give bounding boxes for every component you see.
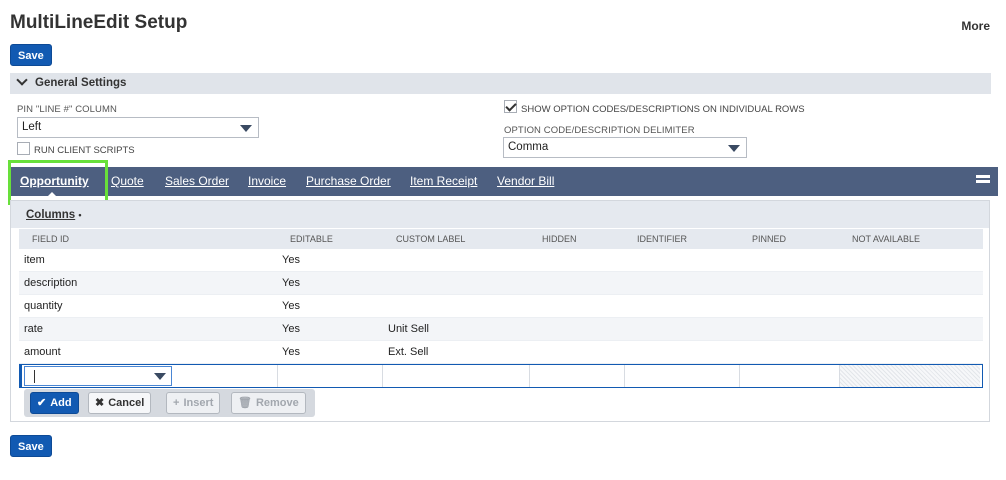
text-cursor [34, 370, 35, 383]
chevron-down-icon [728, 145, 740, 152]
plus-icon: + [173, 397, 180, 409]
line-action-bar: ✔ Add ✖ Cancel + Insert 🗑 Remove [24, 389, 315, 417]
edit-cell-field-id[interactable] [22, 365, 278, 387]
header-identifier: IDENTIFIER [637, 234, 688, 244]
cell-custom-label: Unit Sell [388, 323, 429, 335]
chevron-down-icon [240, 125, 252, 132]
header-hidden: HIDDEN [542, 234, 577, 244]
delimiter-value: Comma [508, 141, 549, 153]
columns-subtab-header: Columns • [11, 201, 989, 228]
tab-quote[interactable]: Quote [111, 167, 144, 196]
cell-field-id: quantity [24, 300, 63, 312]
show-option-codes-label: SHOW OPTION CODES/DESCRIPTIONS ON INDIVI… [521, 104, 805, 115]
cell-editable: Yes [282, 254, 300, 266]
edit-cell-identifier[interactable] [625, 365, 740, 387]
save-button-bottom[interactable]: Save [10, 435, 52, 457]
columns-panel: Columns • FIELD ID EDITABLE CUSTOM LABEL… [10, 200, 990, 422]
general-settings-header[interactable]: General Settings [10, 73, 991, 94]
cell-editable: Yes [282, 300, 300, 312]
page-title: MultiLineEdit Setup [10, 12, 188, 33]
table-row[interactable]: amount Yes Ext. Sell [19, 341, 983, 364]
pin-line-column-select[interactable]: Left [17, 117, 259, 138]
columns-grid: FIELD ID EDITABLE CUSTOM LABEL HIDDEN ID… [19, 229, 983, 388]
record-type-tabbar: Opportunity Quote Sales Order Invoice Pu… [10, 167, 998, 196]
cancel-button[interactable]: ✖ Cancel [88, 392, 152, 414]
hamburger-menu-icon[interactable] [976, 175, 990, 188]
header-pinned: PINNED [752, 234, 787, 244]
table-row[interactable]: description Yes [19, 272, 983, 295]
field-id-select[interactable] [24, 366, 172, 386]
chevron-down-icon [154, 373, 166, 380]
trash-icon: 🗑 [238, 397, 252, 409]
run-client-scripts-label: RUN CLIENT SCRIPTS [34, 145, 135, 156]
tab-item-receipt[interactable]: Item Receipt [410, 167, 477, 196]
pin-line-column-value: Left [22, 121, 42, 133]
tab-invoice[interactable]: Invoice [248, 167, 286, 196]
delimiter-select[interactable]: Comma [503, 137, 747, 158]
cell-field-id: amount [24, 346, 61, 358]
cell-field-id: rate [24, 323, 43, 335]
edit-cell-not-available [840, 365, 980, 387]
new-line-edit-row[interactable] [19, 364, 983, 388]
remove-button[interactable]: 🗑 Remove [231, 392, 306, 414]
close-icon: ✖ [95, 397, 105, 409]
table-row[interactable]: item Yes [19, 249, 983, 272]
header-editable: EDITABLE [290, 234, 333, 244]
show-option-codes-checkbox[interactable] [504, 100, 517, 113]
edit-cell-custom-label[interactable] [383, 365, 530, 387]
chevron-down-icon [16, 74, 28, 86]
edit-cell-hidden[interactable] [530, 365, 625, 387]
tab-vendor-bill[interactable]: Vendor Bill [497, 167, 554, 196]
table-row[interactable]: rate Yes Unit Sell [19, 318, 983, 341]
insert-button[interactable]: + Insert [166, 392, 221, 414]
cell-custom-label: Ext. Sell [388, 346, 429, 358]
edit-cell-pinned[interactable] [740, 365, 840, 387]
tab-highlight-box [8, 160, 108, 205]
add-button[interactable]: ✔ Add [30, 392, 79, 414]
cell-editable: Yes [282, 323, 300, 335]
cell-field-id: item [24, 254, 45, 266]
pin-line-column-label: PIN "LINE #" COLUMN [17, 104, 117, 115]
tab-purchase-order[interactable]: Purchase Order [306, 167, 391, 196]
columns-subtab-title[interactable]: Columns • [26, 209, 82, 221]
run-client-scripts-checkbox[interactable] [17, 142, 30, 155]
tab-sales-order[interactable]: Sales Order [165, 167, 229, 196]
save-button-top[interactable]: Save [10, 44, 52, 66]
header-custom-label: CUSTOM LABEL [396, 234, 466, 244]
checkmark-icon: ✔ [37, 397, 47, 409]
cell-editable: Yes [282, 277, 300, 289]
grid-header-row: FIELD ID EDITABLE CUSTOM LABEL HIDDEN ID… [19, 229, 983, 249]
cell-field-id: description [24, 277, 78, 289]
section-title: General Settings [35, 77, 127, 89]
more-menu-link[interactable]: More [961, 19, 990, 33]
header-not-available: NOT AVAILABLE [852, 234, 921, 244]
header-field-id: FIELD ID [32, 234, 70, 244]
cell-editable: Yes [282, 346, 300, 358]
edit-cell-editable[interactable] [278, 365, 383, 387]
table-row[interactable]: quantity Yes [19, 295, 983, 318]
delimiter-label: OPTION CODE/DESCRIPTION DELIMITER [504, 125, 695, 136]
